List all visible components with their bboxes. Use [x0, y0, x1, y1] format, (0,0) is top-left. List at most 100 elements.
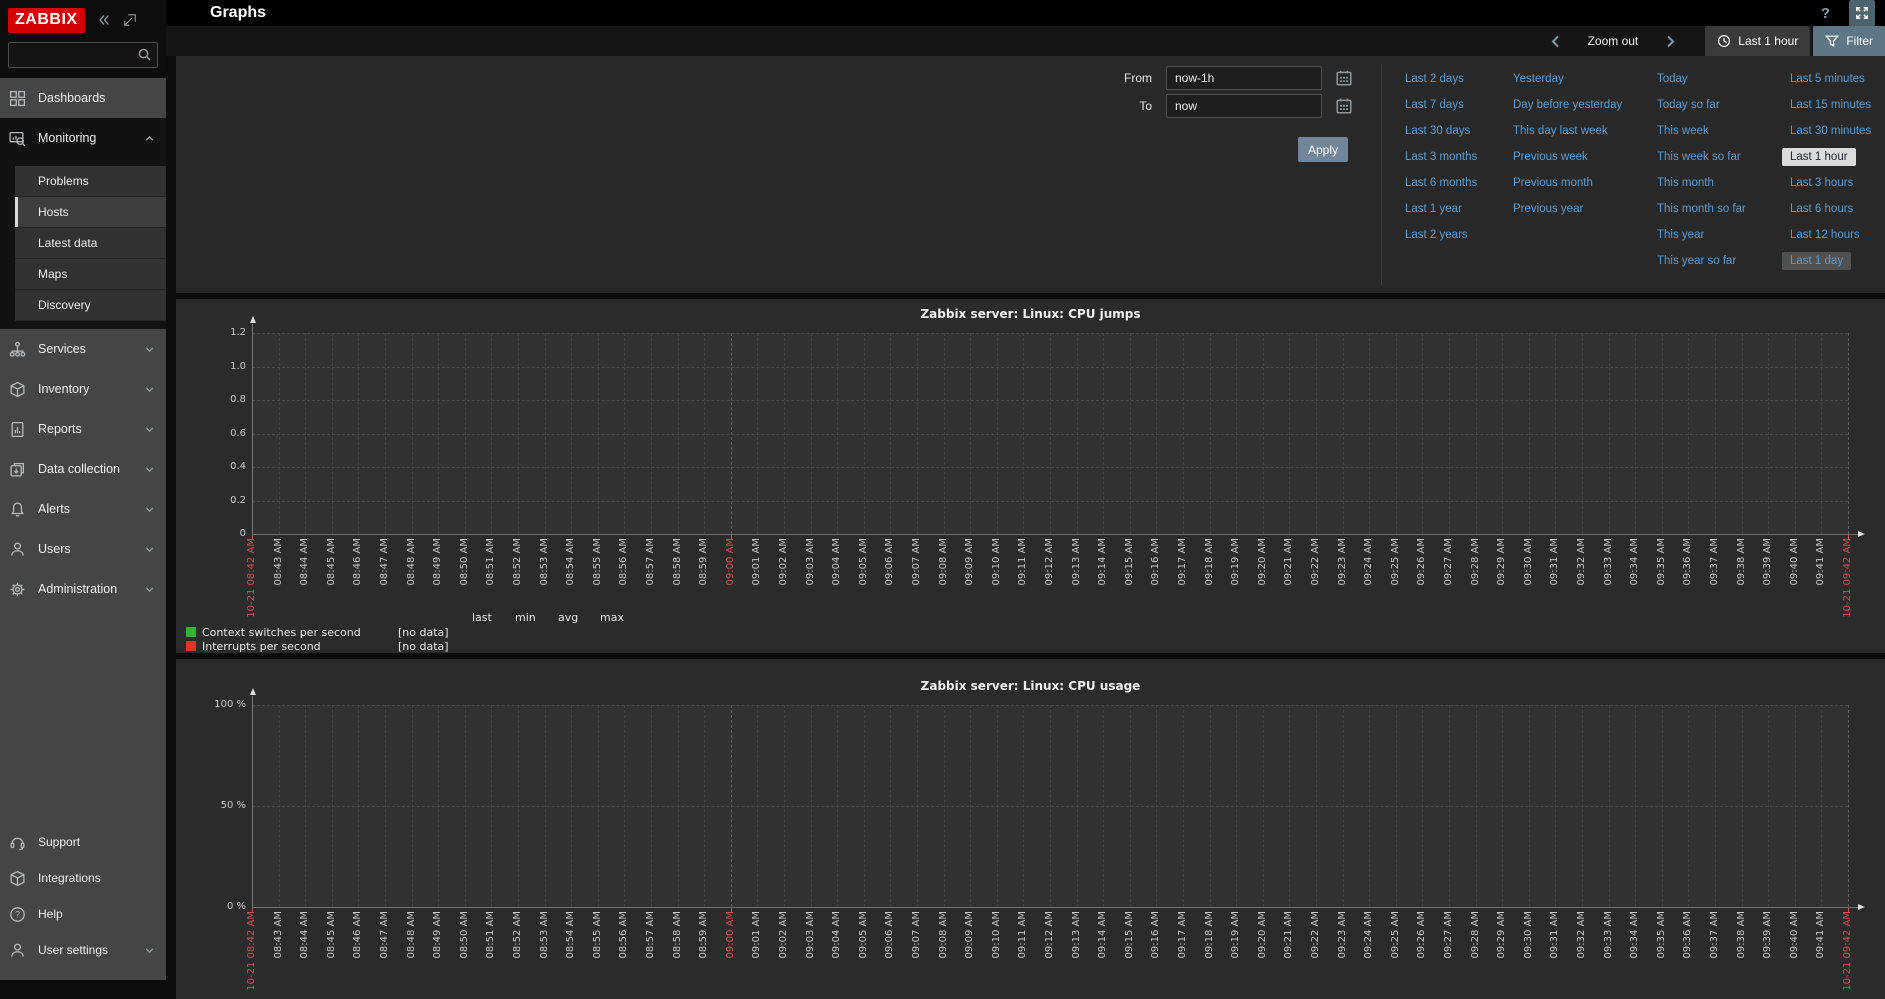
range-link-previous-month[interactable]: Previous month	[1505, 174, 1601, 192]
data-collection-icon	[9, 461, 27, 478]
range-link-today-so-far[interactable]: Today so far	[1649, 96, 1728, 114]
search-input[interactable]	[8, 42, 158, 68]
filter-tab[interactable]: Filter	[1813, 26, 1885, 56]
quick-range-row: This week so far	[1657, 144, 1754, 170]
quick-range-row: Last 3 hours	[1790, 170, 1879, 196]
time-forward-icon[interactable]	[1660, 35, 1681, 48]
x-axis-label: 09:03 AM	[805, 911, 816, 958]
x-axis-label: 08:57 AM	[645, 911, 656, 958]
time-range-tab[interactable]: Last 1 hour	[1705, 26, 1810, 56]
gridline-h	[252, 907, 1858, 908]
zoom-out-button[interactable]: Zoom out	[1588, 34, 1639, 48]
x-axis-label: 08:43 AM	[273, 911, 284, 958]
range-link-last-7-days[interactable]: Last 7 days	[1397, 96, 1472, 114]
quick-ranges-column: TodayToday so farThis weekThis week so f…	[1657, 66, 1754, 274]
range-link-last-1-year[interactable]: Last 1 year	[1397, 200, 1470, 218]
range-link-this-week-so-far[interactable]: This week so far	[1649, 148, 1749, 166]
x-axis-label: 09:39 AM	[1762, 538, 1773, 585]
sidebar-item-users[interactable]: Users	[0, 529, 166, 569]
x-axis-label: 09:27 AM	[1443, 911, 1454, 958]
range-link-previous-week[interactable]: Previous week	[1505, 148, 1596, 166]
sidebar-item-administration[interactable]: Administration	[0, 569, 166, 609]
range-link-last-2-years[interactable]: Last 2 years	[1397, 226, 1476, 244]
to-input[interactable]	[1166, 94, 1322, 118]
x-axis-label: 09:40 AM	[1789, 911, 1800, 958]
range-link-previous-year[interactable]: Previous year	[1505, 200, 1591, 218]
collapse-sidebar-icon[interactable]	[97, 13, 111, 27]
y-axis-label: 0.4	[182, 461, 246, 472]
range-link-this-year-so-far[interactable]: This year so far	[1649, 252, 1744, 270]
sidebar-item-help[interactable]: ?Help	[0, 896, 166, 932]
sidebar-item-latest-data[interactable]: Latest data	[15, 228, 166, 259]
sidebar-item-reports[interactable]: Reports	[0, 409, 166, 449]
sidebar-item-data-collection[interactable]: Data collection	[0, 449, 166, 489]
sidebar-item-label: Alerts	[38, 502, 70, 516]
sidebar-item-user-settings[interactable]: User settings	[0, 932, 166, 968]
range-link-last-5-minutes[interactable]: Last 5 minutes	[1782, 70, 1873, 88]
x-axis-label: 08:52 AM	[512, 538, 523, 585]
range-link-last-12-hours[interactable]: Last 12 hours	[1782, 226, 1868, 244]
range-link-this-week[interactable]: This week	[1649, 122, 1717, 140]
range-link-last-1-hour[interactable]: Last 1 hour	[1782, 148, 1856, 166]
x-axis-label: 08:55 AM	[592, 538, 603, 585]
sidebar-item-alerts[interactable]: Alerts	[0, 489, 166, 529]
support-icon	[9, 834, 27, 851]
x-axis-label: 08:54 AM	[565, 911, 576, 958]
range-link-last-15-minutes[interactable]: Last 15 minutes	[1782, 96, 1879, 114]
quick-range-row: This week	[1657, 118, 1754, 144]
sidebar-item-label: Administration	[38, 582, 117, 596]
from-input[interactable]	[1166, 66, 1322, 90]
range-link-last-6-hours[interactable]: Last 6 hours	[1782, 200, 1861, 218]
page-title: Graphs	[210, 4, 266, 22]
x-axis-label: 09:35 AM	[1656, 911, 1667, 958]
range-link-last-3-months[interactable]: Last 3 months	[1397, 148, 1485, 166]
range-link-today[interactable]: Today	[1649, 70, 1696, 88]
range-link-this-day-last-week[interactable]: This day last week	[1505, 122, 1616, 140]
apply-button[interactable]: Apply	[1298, 137, 1348, 162]
range-link-last-30-days[interactable]: Last 30 days	[1397, 122, 1478, 140]
range-link-last-6-months[interactable]: Last 6 months	[1397, 174, 1485, 192]
sidebar-item-hosts[interactable]: Hosts	[15, 197, 166, 228]
help-icon[interactable]: ?	[1817, 5, 1834, 22]
range-link-this-month[interactable]: This month	[1649, 174, 1722, 192]
to-calendar-icon[interactable]	[1332, 94, 1356, 118]
x-axis-label: 09:07 AM	[911, 911, 922, 958]
x-axis-label: 09:06 AM	[884, 911, 895, 958]
range-link-yesterday[interactable]: Yesterday	[1505, 70, 1572, 88]
quick-range-row: Yesterday	[1513, 66, 1630, 92]
quick-range-row: This month	[1657, 170, 1754, 196]
zabbix-logo[interactable]: ZABBIX	[8, 8, 85, 33]
sidebar-item-integrations[interactable]: Integrations	[0, 860, 166, 896]
range-link-this-year[interactable]: This year	[1649, 226, 1712, 244]
sidebar-item-discovery[interactable]: Discovery	[15, 290, 166, 321]
legend-column-header: min	[515, 611, 536, 624]
sidebar-item-support[interactable]: Support	[0, 824, 166, 860]
sidebar-item-dashboards[interactable]: Dashboards	[0, 78, 166, 118]
x-axis-label: 08:58 AM	[672, 911, 683, 958]
range-link-this-month-so-far[interactable]: This month so far	[1649, 200, 1754, 218]
kiosk-mode-button[interactable]	[1849, 0, 1875, 26]
x-axis-label: 09:15 AM	[1124, 538, 1135, 585]
from-calendar-icon[interactable]	[1332, 66, 1356, 90]
range-link-last-2-days[interactable]: Last 2 days	[1397, 70, 1472, 88]
sidebar-footer: SupportIntegrations?HelpUser settings	[0, 824, 166, 980]
range-link-last-3-hours[interactable]: Last 3 hours	[1782, 174, 1861, 192]
range-link-day-before-yesterday[interactable]: Day before yesterday	[1505, 96, 1630, 114]
time-back-icon[interactable]	[1545, 35, 1566, 48]
sidebar-item-inventory[interactable]: Inventory	[0, 369, 166, 409]
legend-series-value: [no data]	[398, 626, 449, 639]
sidebar-item-monitoring[interactable]: Monitoring	[0, 118, 166, 158]
quick-range-row: Last 7 days	[1405, 92, 1485, 118]
sidebar-item-problems[interactable]: Problems	[15, 166, 166, 197]
hide-sidebar-icon[interactable]	[123, 13, 137, 27]
sidebar-item-services[interactable]: Services	[0, 329, 166, 369]
search-icon[interactable]	[137, 47, 152, 67]
quick-range-row: This year	[1657, 222, 1754, 248]
sidebar-item-maps[interactable]: Maps	[15, 259, 166, 290]
range-link-last-1-day[interactable]: Last 1 day	[1782, 252, 1851, 270]
chevron-down-icon	[143, 543, 156, 556]
x-axis-label: 09:09 AM	[964, 911, 975, 958]
x-axis-label: 09:20 AM	[1257, 911, 1268, 958]
range-link-last-30-minutes[interactable]: Last 30 minutes	[1782, 122, 1879, 140]
x-axis-label: 09:24 AM	[1363, 538, 1374, 585]
